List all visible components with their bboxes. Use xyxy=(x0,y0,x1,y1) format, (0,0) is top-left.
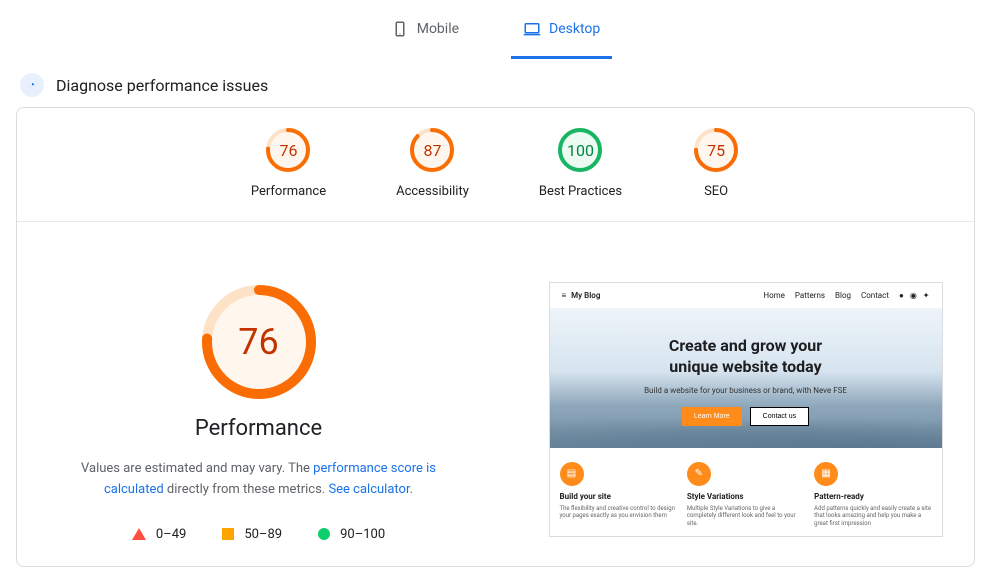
gauge-icon: 100 xyxy=(556,126,604,174)
performance-description: Values are estimated and may vary. The p… xyxy=(49,459,469,501)
triangle-icon xyxy=(132,528,146,540)
preview-features: ▤Build your siteThe flexibility and crea… xyxy=(550,448,942,536)
score-value: 75 xyxy=(692,126,740,174)
tab-mobile[interactable]: Mobile xyxy=(379,12,471,59)
score-label: Accessibility xyxy=(396,184,469,199)
score-performance[interactable]: 76 Performance xyxy=(251,126,326,199)
score-seo[interactable]: 75 SEO xyxy=(692,126,740,199)
details-row: 76 Performance Values are estimated and … xyxy=(17,222,974,542)
device-tabs: Mobile Desktop xyxy=(0,0,991,59)
performance-gauge-value: 76 xyxy=(199,282,319,402)
score-label: Best Practices xyxy=(539,184,622,199)
square-icon xyxy=(222,528,234,540)
gauge-icon: 75 xyxy=(692,126,740,174)
mobile-icon xyxy=(391,20,409,38)
section-header: ◔ Diagnose performance issues xyxy=(0,59,991,107)
tab-desktop[interactable]: Desktop xyxy=(511,12,612,59)
preview-heading: Create and grow yourunique website today xyxy=(570,336,922,378)
twitter-icon: ✦ xyxy=(923,291,930,300)
link-see-calculator[interactable]: See calculator xyxy=(328,482,409,497)
site-preview: ≡My Blog HomePatternsBlogContact ●◉✦ Cre… xyxy=(549,282,943,537)
legend-avg: 50–89 xyxy=(222,527,282,542)
preview-header: ≡My Blog HomePatternsBlogContact ●◉✦ xyxy=(550,283,942,308)
score-value: 87 xyxy=(408,126,456,174)
style-icon: ✎ xyxy=(687,462,711,486)
gauge-icon: ◔ xyxy=(20,73,44,97)
circle-icon xyxy=(318,528,330,540)
desktop-icon xyxy=(523,20,541,38)
score-legend: 0–49 50–89 90–100 xyxy=(132,527,385,542)
scores-row: 76 Performance 87 Accessibility 100 Best Prac… xyxy=(17,126,974,222)
facebook-icon: ● xyxy=(899,291,904,300)
preview-hero: Create and grow yourunique website today… xyxy=(550,308,942,448)
score-best-practices[interactable]: 100 Best Practices xyxy=(539,126,622,199)
tab-mobile-label: Mobile xyxy=(417,21,459,37)
section-title: Diagnose performance issues xyxy=(56,76,268,95)
instagram-icon: ◉ xyxy=(910,291,917,300)
tab-desktop-label: Desktop xyxy=(549,21,600,37)
preview-subheading: Build a website for your business or bra… xyxy=(570,386,922,395)
preview-cta-primary: Learn More xyxy=(682,407,742,426)
preview-nav: HomePatternsBlogContact ●◉✦ xyxy=(763,291,929,300)
pattern-icon: ▦ xyxy=(814,462,838,486)
score-value: 100 xyxy=(556,126,604,174)
gauge-icon: 76 xyxy=(264,126,312,174)
legend-good: 90–100 xyxy=(318,527,385,542)
report-card: 76 Performance 87 Accessibility 100 Best Prac… xyxy=(16,107,975,567)
score-label: SEO xyxy=(704,184,728,199)
score-value: 76 xyxy=(264,126,312,174)
legend-bad: 0–49 xyxy=(132,527,186,542)
build-icon: ▤ xyxy=(560,462,584,486)
score-label: Performance xyxy=(251,184,326,199)
preview-cta-secondary: Contact us xyxy=(750,407,809,426)
preview-brand: ≡My Blog xyxy=(562,291,601,300)
performance-column: 76 Performance Values are estimated and … xyxy=(49,282,469,542)
performance-gauge-large: 76 xyxy=(199,282,319,402)
gauge-icon: 87 xyxy=(408,126,456,174)
score-accessibility[interactable]: 87 Accessibility xyxy=(396,126,469,199)
performance-title: Performance xyxy=(195,416,322,441)
